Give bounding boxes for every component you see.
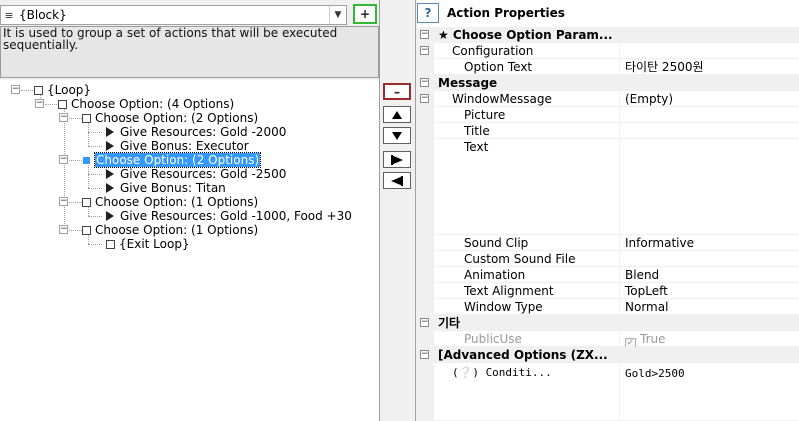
node-box-icon <box>82 114 91 123</box>
action-tree[interactable]: − − − − − − {Loop} Choose Option: (4 Opt… <box>0 80 379 421</box>
tree-node-exit-loop[interactable]: {Exit Loop} <box>106 237 190 251</box>
collapse-icon[interactable]: − <box>420 94 429 103</box>
tree-node-choose-root[interactable]: Choose Option: (4 Options) <box>58 97 234 111</box>
collapse-icon[interactable]: − <box>59 197 68 206</box>
collapse-icon[interactable]: − <box>420 30 429 39</box>
row-title[interactable]: Title <box>417 123 799 139</box>
node-box-icon <box>34 86 43 95</box>
row-public-use: PublicUse ✓ True <box>417 331 799 349</box>
outdent-button[interactable] <box>383 172 411 189</box>
option-text-value[interactable]: 타이탄 2500원 <box>620 59 799 75</box>
collapse-icon[interactable]: − <box>420 318 429 327</box>
collapse-icon[interactable]: − <box>59 225 68 234</box>
tree-node-give-resources[interactable]: Give Resources: Gold -2500 <box>106 167 286 181</box>
properties-panel: ? Action Properties − ★ Choose Option Pa… <box>417 0 799 421</box>
indent-icon <box>391 154 403 165</box>
editor-panel: ≡ {Block} ▼ + It is used to group a set … <box>0 0 379 421</box>
row-condition[interactable]: (❔) Conditi... Gold>2500 <box>417 363 799 421</box>
row-sound-clip[interactable]: Sound Clip Informative <box>417 235 799 251</box>
arrow-down-icon <box>392 131 402 140</box>
tree-node-loop[interactable]: {Loop} <box>34 83 91 97</box>
action-triangle-icon <box>106 183 114 193</box>
tree-node-option-1[interactable]: Choose Option: (2 Options) <box>82 111 258 125</box>
list-icon: ≡ <box>4 8 14 22</box>
property-grid[interactable]: − ★ Choose Option Param... − Configurati… <box>417 25 799 421</box>
collapse-icon[interactable]: − <box>420 78 429 87</box>
window-message-value[interactable]: (Empty) <box>620 91 799 107</box>
action-triangle-icon <box>106 141 114 151</box>
tree-node-option-4[interactable]: Choose Option: (1 Options) <box>82 223 258 237</box>
category-etc[interactable]: − 기타 <box>417 315 799 331</box>
collapse-icon[interactable]: − <box>11 85 20 94</box>
row-window-type[interactable]: Window Type Normal <box>417 299 799 315</box>
collapse-icon[interactable]: − <box>59 113 68 122</box>
remove-button[interactable]: – <box>383 83 411 100</box>
row-text[interactable]: Text <box>417 139 799 235</box>
move-up-button[interactable] <box>383 106 411 123</box>
row-window-message[interactable]: − WindowMessage (Empty) <box>417 91 799 107</box>
tree-node-give-bonus[interactable]: Give Bonus: Executor <box>106 139 249 153</box>
indent-button[interactable] <box>383 151 411 168</box>
chevron-down-icon[interactable]: ▼ <box>329 6 346 24</box>
block-type-dropdown[interactable]: ≡ {Block} ▼ <box>0 5 347 25</box>
node-box-icon <box>58 100 67 109</box>
action-triangle-icon <box>106 127 114 137</box>
category-choose-option[interactable]: − ★ Choose Option Param... <box>417 27 799 43</box>
tree-node-give-resources[interactable]: Give Resources: Gold -1000, Food +30 <box>106 209 352 223</box>
node-box-icon <box>82 226 91 235</box>
node-box-icon <box>106 240 115 249</box>
node-box-icon <box>82 198 91 207</box>
block-description: It is used to group a set of actions tha… <box>0 26 379 78</box>
collapse-icon[interactable]: − <box>35 99 44 108</box>
collapse-icon[interactable]: − <box>420 350 429 359</box>
block-type-value: {Block} <box>19 8 67 22</box>
outdent-icon <box>391 175 403 186</box>
action-triangle-icon <box>106 169 114 179</box>
row-configuration[interactable]: − Configuration <box>417 43 799 59</box>
add-block-button[interactable]: + <box>353 4 377 24</box>
condition-value[interactable]: Gold>2500 <box>620 363 799 421</box>
tree-node-option-2-selected[interactable]: Choose Option: (2 Options) <box>82 152 262 168</box>
tree-node-give-resources[interactable]: Give Resources: Gold -2000 <box>106 125 286 139</box>
collapse-icon[interactable]: − <box>420 46 429 55</box>
category-message[interactable]: − Message <box>417 75 799 91</box>
node-box-icon <box>82 156 91 165</box>
collapse-icon[interactable]: − <box>59 155 68 164</box>
row-text-alignment[interactable]: Text Alignment TopLeft <box>417 283 799 299</box>
row-animation[interactable]: Animation Blend <box>417 267 799 283</box>
tree-node-give-bonus[interactable]: Give Bonus: Titan <box>106 181 226 195</box>
row-picture[interactable]: Picture <box>417 107 799 123</box>
row-option-text[interactable]: Option Text 타이탄 2500원 <box>417 59 799 75</box>
row-custom-sound-file[interactable]: Custom Sound File <box>417 251 799 267</box>
arrow-up-icon <box>392 110 402 119</box>
properties-title: Action Properties <box>447 6 565 20</box>
category-advanced-options[interactable]: − [Advanced Options (ZX... <box>417 347 799 363</box>
action-triangle-icon <box>106 211 114 221</box>
tree-node-option-3[interactable]: Choose Option: (1 Options) <box>82 195 258 209</box>
tree-toolbar: – <box>379 0 416 421</box>
help-button[interactable]: ? <box>417 3 439 23</box>
move-down-button[interactable] <box>383 127 411 144</box>
minus-icon: – <box>394 84 400 99</box>
